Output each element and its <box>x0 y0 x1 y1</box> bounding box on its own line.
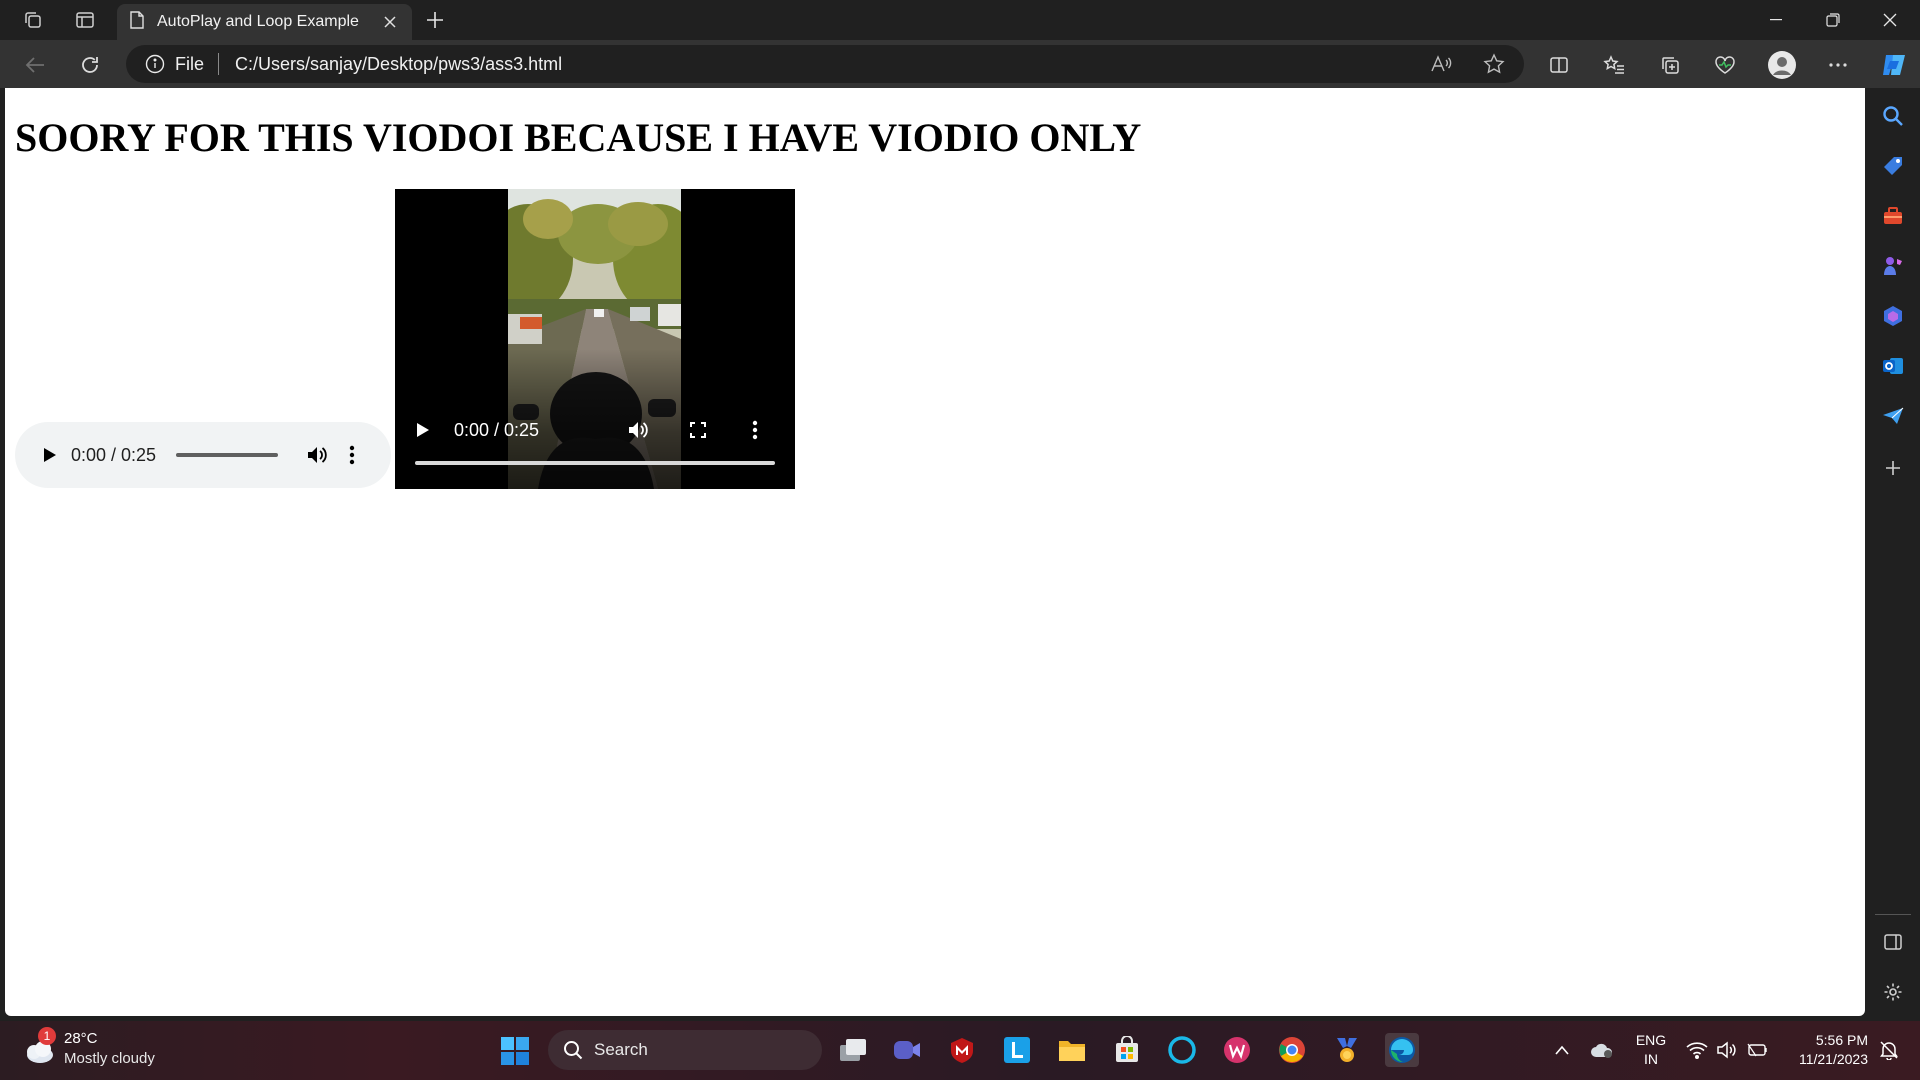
windows-taskbar: 1 28°C Mostly cloudy Search ENG IN 5:56 … <box>0 1021 1920 1080</box>
active-tab[interactable]: AutoPlay and Loop Example <box>117 4 412 40</box>
browser-toolbar: File C:/Users/sanjay/Desktop/pws3/ass3.h… <box>0 40 1920 88</box>
video-volume-icon[interactable] <box>627 419 649 441</box>
edge-sidebar <box>1865 88 1920 1016</box>
sidebar-search-icon[interactable] <box>1879 102 1907 130</box>
sidebar-copilot-icon[interactable] <box>1879 302 1907 330</box>
task-view-icon[interactable] <box>836 1033 870 1067</box>
edge-browser-icon[interactable] <box>1385 1033 1419 1067</box>
audio-play-icon[interactable] <box>41 446 59 464</box>
sidebar-divider <box>1875 914 1911 915</box>
taskbar-search-box[interactable]: Search <box>548 1030 822 1070</box>
split-screen-icon[interactable] <box>1542 48 1576 82</box>
address-separator <box>218 53 220 75</box>
sidebar-settings-icon[interactable] <box>1879 978 1907 1006</box>
browser-essentials-icon[interactable] <box>1708 48 1742 82</box>
weather-description[interactable]: Mostly cloudy <box>64 1050 155 1067</box>
more-options-icon[interactable] <box>1821 48 1855 82</box>
file-explorer-icon[interactable] <box>1055 1033 1089 1067</box>
meet-app-icon[interactable] <box>890 1033 924 1067</box>
video-progress-bar[interactable] <box>415 461 775 465</box>
page-title: SOORY FOR THIS VIODOI BECAUSE I HAVE VIO… <box>15 115 1142 160</box>
video-play-icon[interactable] <box>414 421 432 439</box>
search-label: Search <box>594 1040 648 1059</box>
windows-start-icon[interactable] <box>500 1036 530 1066</box>
profile-avatar-icon[interactable] <box>1765 48 1799 82</box>
page-viewport: SOORY FOR THIS VIODOI BECAUSE I HAVE VIO… <box>5 88 1865 1016</box>
video-time: 0:00 / 0:25 <box>454 420 540 440</box>
refresh-icon[interactable] <box>73 48 107 82</box>
address-url[interactable]: C:/Users/sanjay/Desktop/pws3/ass3.html <box>235 54 562 75</box>
audio-progress-bar[interactable] <box>176 453 279 457</box>
vertical-tabs-icon[interactable] <box>70 6 100 34</box>
clock-date: 11/21/2023 <box>1798 1051 1868 1067</box>
site-info-icon[interactable] <box>145 54 165 74</box>
alexa-icon[interactable] <box>1165 1033 1199 1067</box>
video-player[interactable]: 0:00 / 0:25 <box>395 189 795 489</box>
wps-office-icon[interactable] <box>1220 1033 1254 1067</box>
audio-more-icon[interactable] <box>348 444 356 466</box>
audio-volume-icon[interactable] <box>306 444 328 466</box>
chrome-icon[interactable] <box>1275 1033 1309 1067</box>
sidebar-add-icon[interactable] <box>1879 454 1907 482</box>
l-app-icon[interactable] <box>1000 1033 1034 1067</box>
search-icon <box>562 1039 584 1061</box>
new-tab-button[interactable] <box>420 6 450 34</box>
favorite-star-icon[interactable] <box>1482 52 1506 76</box>
video-fullscreen-icon[interactable] <box>688 420 708 440</box>
show-hidden-icons[interactable] <box>1550 1035 1574 1065</box>
onedrive-icon[interactable] <box>1588 1035 1616 1065</box>
sidebar-games-icon[interactable] <box>1879 252 1907 280</box>
sidebar-hide-icon[interactable] <box>1879 928 1907 956</box>
volume-icon[interactable] <box>1714 1035 1738 1065</box>
sidebar-send-icon[interactable] <box>1879 402 1907 430</box>
language-line-1: ENG <box>1635 1032 1667 1048</box>
close-window-icon[interactable] <box>1862 0 1918 40</box>
language-indicator[interactable]: ENG IN <box>1634 1031 1668 1069</box>
audio-player[interactable]: 0:00 / 0:25 <box>15 422 391 488</box>
tab-strip: AutoPlay and Loop Example <box>0 0 1920 40</box>
clock-time: 5:56 PM <box>1815 1032 1868 1048</box>
language-line-2: IN <box>1644 1051 1658 1067</box>
sidebar-tools-icon[interactable] <box>1879 202 1907 230</box>
collections-icon[interactable] <box>1653 48 1687 82</box>
close-tab-icon[interactable] <box>380 12 400 32</box>
system-clock[interactable]: 5:56 PM 11/21/2023 <box>1786 1031 1868 1069</box>
battery-icon[interactable] <box>1744 1035 1770 1065</box>
sidebar-outlook-icon[interactable] <box>1879 352 1907 380</box>
audio-time: 0:00 / 0:25 <box>71 444 157 465</box>
video-more-icon[interactable] <box>750 419 760 441</box>
badge-app-icon[interactable] <box>1330 1033 1364 1067</box>
sidebar-shopping-icon[interactable] <box>1879 152 1907 180</box>
read-aloud-icon[interactable] <box>1429 52 1453 76</box>
page-icon <box>129 10 145 34</box>
copilot-icon[interactable] <box>1877 48 1911 82</box>
back-icon[interactable] <box>18 48 52 82</box>
tab-title: AutoPlay and Loop Example <box>157 13 359 30</box>
address-scheme-label: File <box>175 53 205 74</box>
workspaces-icon[interactable] <box>18 6 48 34</box>
notifications-icon[interactable] <box>1876 1035 1902 1065</box>
address-bar[interactable]: File C:/Users/sanjay/Desktop/pws3/ass3.h… <box>126 45 1524 83</box>
weather-badge: 1 <box>38 1027 56 1045</box>
restore-icon[interactable] <box>1805 0 1861 40</box>
minimize-icon[interactable] <box>1748 0 1804 40</box>
store-icon[interactable] <box>1110 1033 1144 1067</box>
weather-temperature[interactable]: 28°C <box>64 1030 98 1047</box>
favorites-icon[interactable] <box>1597 48 1631 82</box>
video-controls-overlay <box>395 349 795 489</box>
mcafee-icon[interactable] <box>945 1033 979 1067</box>
wifi-icon[interactable] <box>1684 1035 1710 1065</box>
